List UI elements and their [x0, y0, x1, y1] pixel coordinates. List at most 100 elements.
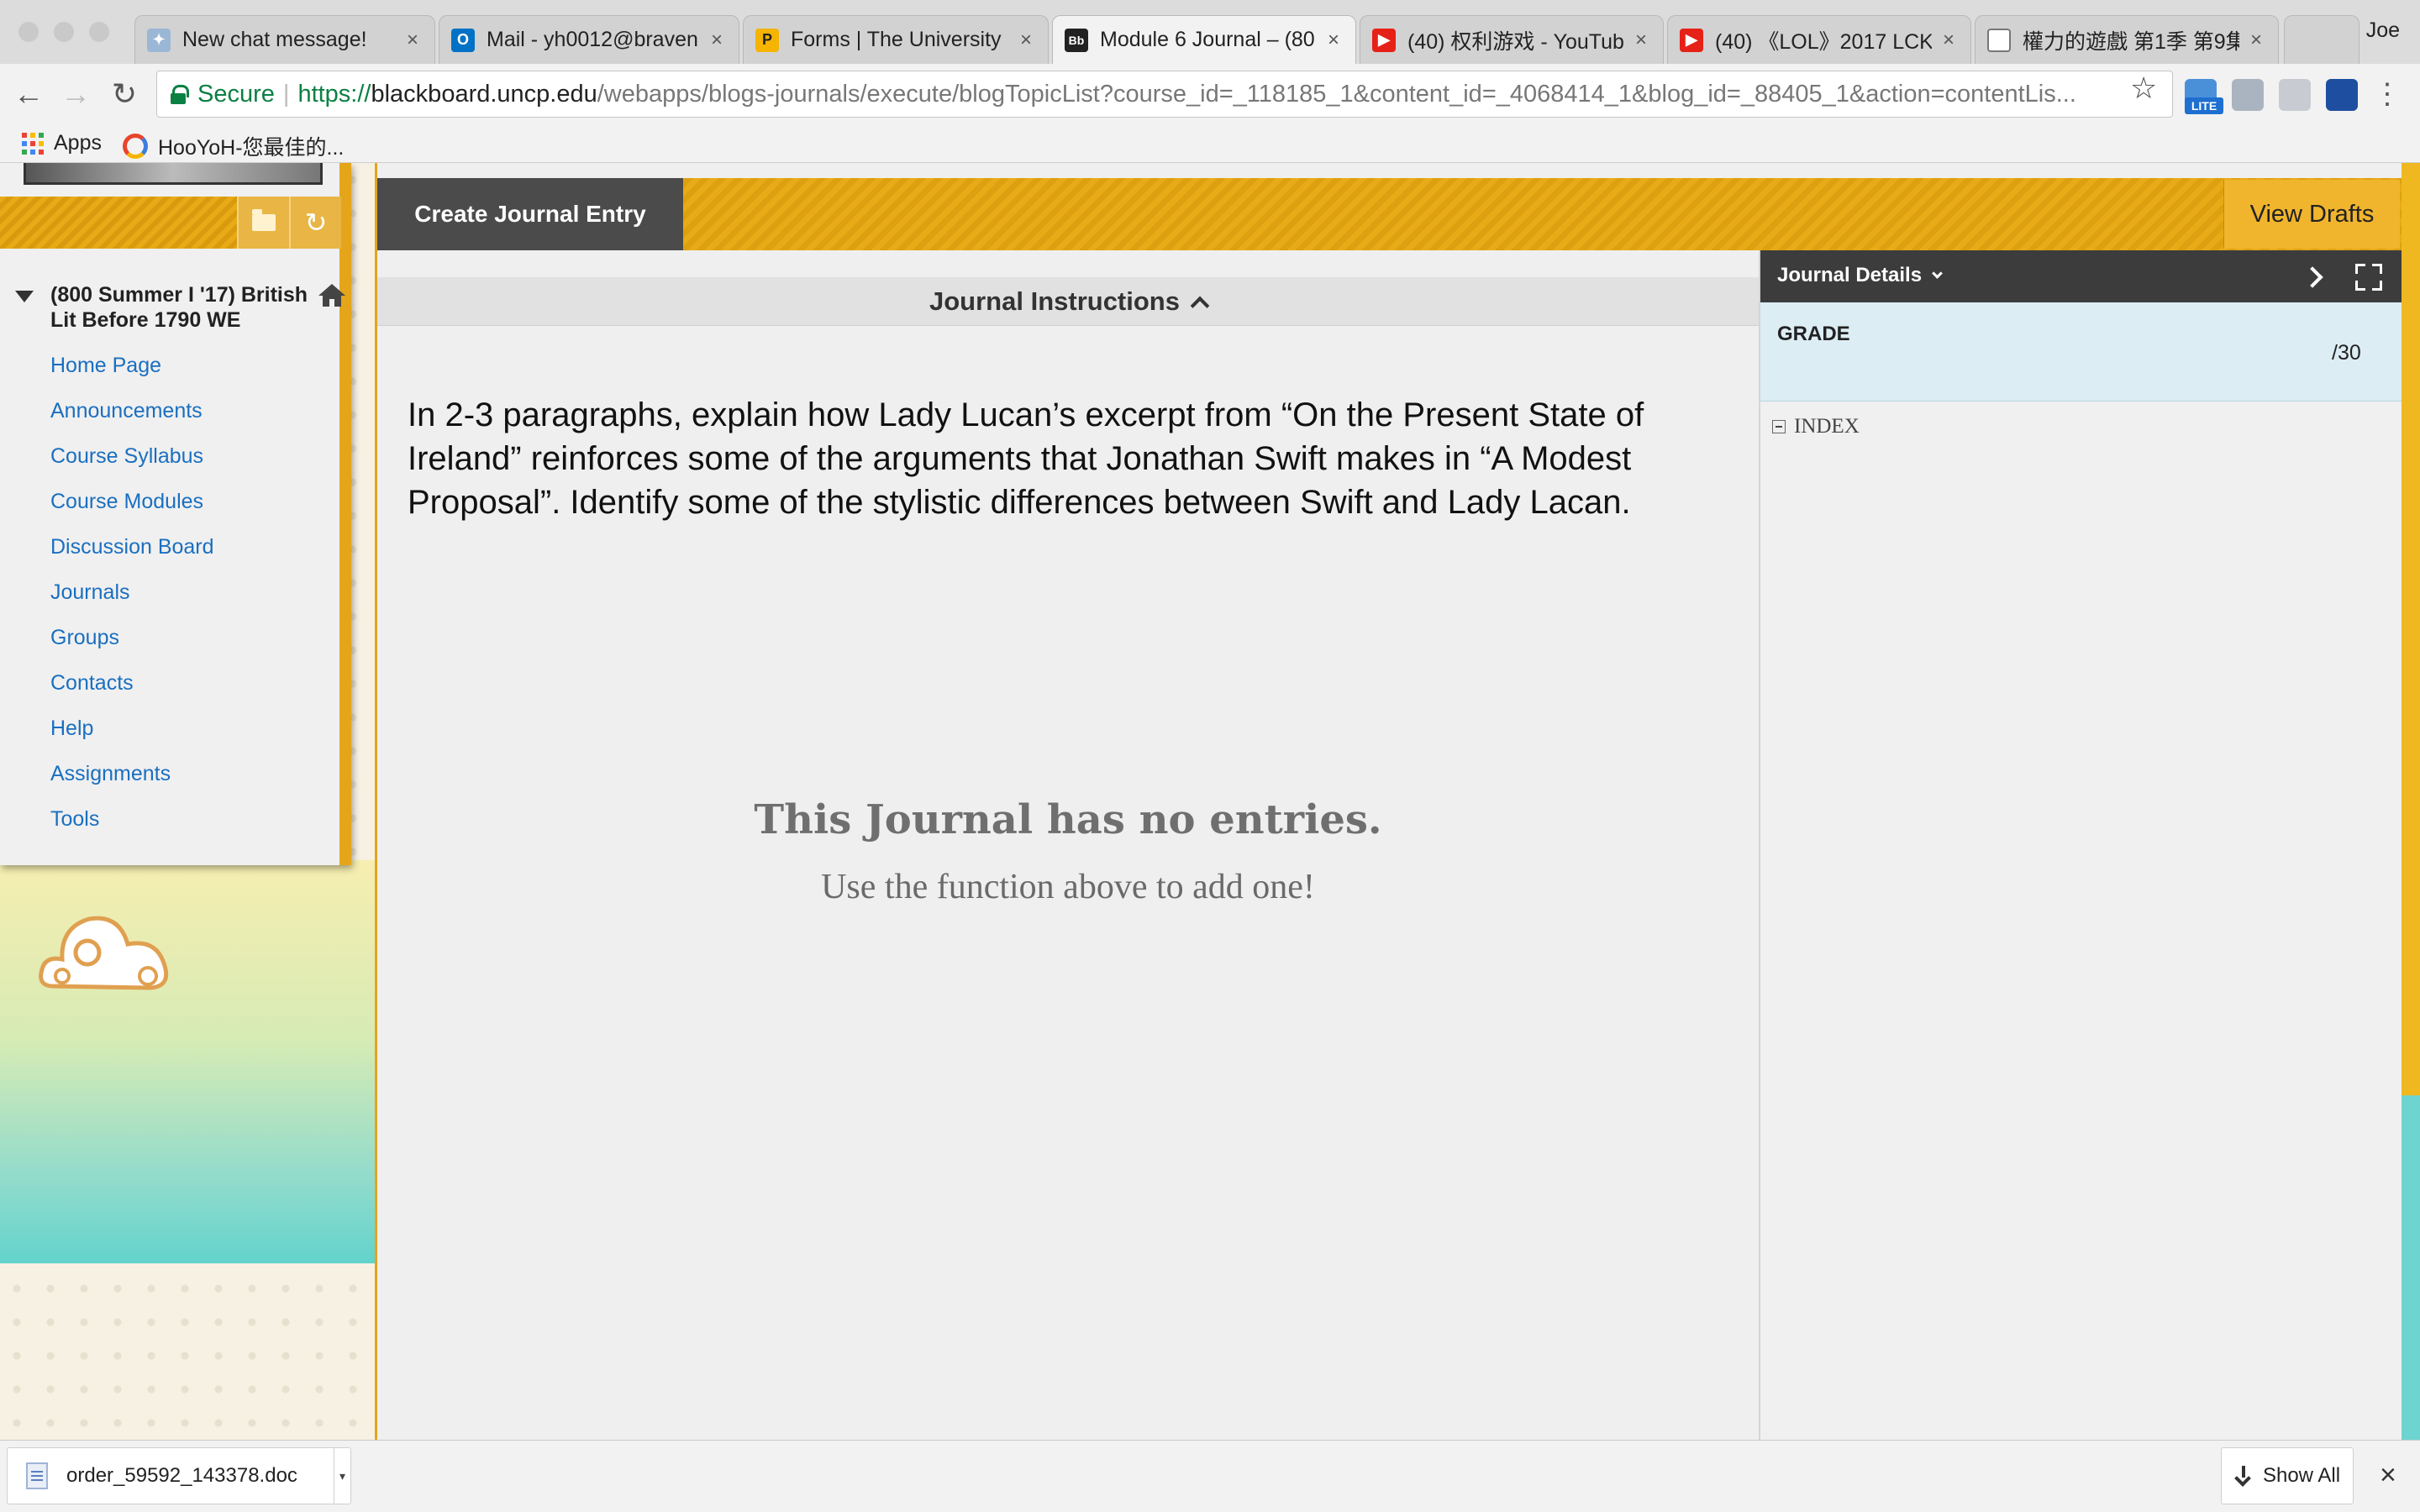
forward-icon[interactable]: → — [55, 74, 96, 114]
close-icon[interactable]: × — [1631, 29, 1651, 52]
folder-icon — [252, 209, 276, 231]
cloud-icon — [39, 916, 169, 990]
menu-link-journals[interactable]: Journals — [50, 578, 214, 623]
reload-icon[interactable]: ↻ — [104, 74, 145, 114]
empty-state-subtitle: Use the function above to add one! — [821, 868, 1315, 906]
refresh-menu-button[interactable]: ↻ — [289, 197, 341, 249]
document-icon — [26, 1462, 48, 1489]
bookmark-apps[interactable]: Apps — [22, 131, 102, 155]
browser-tab[interactable]: ▶ (40) 权利游戏 - YouTub × — [1360, 15, 1664, 64]
browser-menu-icon[interactable]: ⋮ — [2373, 77, 2402, 111]
chat-icon: ✦ — [147, 28, 171, 52]
tab-title: (40) 权利游戏 - YouTub — [1407, 29, 1624, 54]
folder-view-button[interactable] — [237, 197, 289, 249]
page-icon — [1987, 28, 2011, 52]
menu-link-course-modules[interactable]: Course Modules — [50, 487, 214, 533]
menu-link-course-syllabus[interactable]: Course Syllabus — [50, 442, 214, 487]
expand-icon[interactable] — [2355, 264, 2382, 291]
menu-link-groups[interactable]: Groups — [50, 623, 214, 669]
profile-name[interactable]: Joe — [2366, 18, 2400, 43]
close-icon[interactable]: × — [1016, 29, 1036, 52]
menu-link-assignments[interactable]: Assignments — [50, 759, 214, 805]
lock-icon — [171, 85, 189, 104]
grade-value: /30 — [2332, 341, 2361, 365]
window-zoom-button[interactable] — [89, 22, 109, 42]
bookmark-star-icon[interactable]: ☆ — [2130, 71, 2157, 106]
back-icon[interactable]: ← — [8, 74, 49, 114]
browser-tab[interactable]: P Forms | The University × — [743, 15, 1049, 64]
menu-link-discussion-board[interactable]: Discussion Board — [50, 533, 214, 578]
browser-tab-bar: ✦ New chat message! × O Mail - yh0012@br… — [0, 0, 2420, 64]
menu-link-announcements[interactable]: Announcements — [50, 396, 214, 442]
outlook-icon: O — [451, 28, 475, 52]
browser-tab-active[interactable]: Bb Module 6 Journal – (80 × — [1052, 15, 1356, 64]
clapperboard-extension-icon[interactable] — [2326, 79, 2358, 111]
details-title-dropdown[interactable]: Journal Details — [1777, 264, 1943, 287]
course-banner-image — [24, 163, 323, 185]
page-content: ↻ (800 Summer I '17) British Lit Before … — [0, 163, 2420, 1440]
menu-link-contacts[interactable]: Contacts — [50, 669, 214, 714]
journal-main: Create Journal Entry View Drafts Journal… — [375, 163, 2402, 1440]
new-tab-button[interactable] — [2284, 15, 2360, 64]
tab-title: Mail - yh0012@braven — [487, 28, 698, 51]
close-shelf-icon[interactable]: × — [2380, 1459, 2396, 1492]
download-options-chevron-icon[interactable]: ▾ — [334, 1447, 350, 1504]
collapse-triangle-icon[interactable] — [15, 291, 34, 302]
course-menu-toolbar: ↻ — [0, 197, 341, 249]
bookmark-label: Apps — [54, 131, 102, 155]
create-journal-entry-button[interactable]: Create Journal Entry — [377, 178, 683, 250]
home-icon[interactable] — [318, 282, 346, 307]
hooyoh-icon — [123, 134, 148, 159]
view-drafts-button[interactable]: View Drafts — [2223, 180, 2400, 249]
browser-tab[interactable]: 權力的遊戲 第1季 第9集 × — [1975, 15, 2279, 64]
blackboard-icon: Bb — [1065, 28, 1088, 52]
lite-badge: LITE — [2185, 97, 2223, 114]
browser-tab[interactable]: ▶ (40) 《LOL》2017 LCK × — [1667, 15, 1971, 64]
download-file-name: order_59592_143378.doc — [66, 1464, 297, 1487]
security-label: Secure — [197, 80, 275, 108]
menu-link-home-page[interactable]: Home Page — [50, 351, 214, 396]
instructions-text: In 2-3 paragraphs, explain how Lady Luca… — [408, 396, 1644, 521]
youtube-icon: ▶ — [1372, 28, 1396, 52]
url-host: blackboard.uncp.edu — [371, 80, 597, 108]
journal-instructions-toggle[interactable]: Journal Instructions — [377, 277, 1759, 326]
browser-tab[interactable]: O Mail - yh0012@braven × — [439, 15, 739, 64]
close-icon[interactable]: × — [2246, 29, 2266, 52]
chevron-up-icon — [1190, 296, 1210, 315]
lite-extension-icon[interactable]: LITE — [2185, 79, 2223, 114]
close-icon[interactable]: × — [402, 29, 423, 52]
address-bar[interactable]: Secure | https://blackboard.uncp.edu/web… — [156, 71, 2173, 118]
close-icon[interactable]: × — [1939, 29, 1959, 52]
close-icon[interactable]: × — [1323, 29, 1344, 52]
journal-details-panel: Journal Details GRADE /30 INDEX — [1760, 250, 2402, 1440]
course-menu-links: Home Page Announcements Course Syllabus … — [50, 351, 214, 850]
show-all-downloads-button[interactable]: Show All — [2221, 1447, 2354, 1504]
tab-title: New chat message! — [182, 28, 367, 51]
grade-box: GRADE /30 — [1760, 302, 2402, 402]
index-toggle[interactable]: INDEX — [1772, 415, 1860, 438]
menu-link-help[interactable]: Help — [50, 714, 214, 759]
window-minimize-button[interactable] — [54, 22, 74, 42]
extension-icon[interactable] — [2232, 79, 2264, 111]
close-icon[interactable]: × — [707, 29, 727, 52]
browser-toolbar: ← → ↻ Secure | https://blackboard.uncp.e… — [0, 64, 2420, 124]
menu-link-tools[interactable]: Tools — [50, 805, 214, 850]
course-title[interactable]: (800 Summer I '17) British Lit Before 17… — [50, 282, 311, 333]
tab-title: (40) 《LOL》2017 LCK — [1715, 29, 1932, 54]
instructions-heading: Journal Instructions — [929, 286, 1180, 316]
url-scheme: https:// — [297, 80, 371, 108]
download-item[interactable]: order_59592_143378.doc ▾ — [7, 1447, 351, 1504]
extension-icon[interactable] — [2279, 79, 2311, 111]
details-header: Journal Details — [1760, 250, 2402, 302]
chevron-right-icon[interactable] — [2302, 264, 2327, 289]
grade-label: GRADE — [1777, 323, 1850, 345]
browser-tab[interactable]: ✦ New chat message! × — [134, 15, 435, 64]
chevron-down-icon — [1932, 268, 1943, 279]
bookmark-hooyoh[interactable]: HooYoH-您最佳的... — [123, 131, 344, 161]
collapse-minus-icon — [1772, 420, 1786, 433]
address-separator: | — [282, 80, 290, 108]
download-shelf: order_59592_143378.doc ▾ Show All × — [0, 1440, 2420, 1512]
bookmarks-bar: Apps HooYoH-您最佳的... — [0, 124, 2420, 163]
window-close-button[interactable] — [18, 22, 39, 42]
action-bar: Create Journal Entry View Drafts — [377, 163, 2402, 250]
